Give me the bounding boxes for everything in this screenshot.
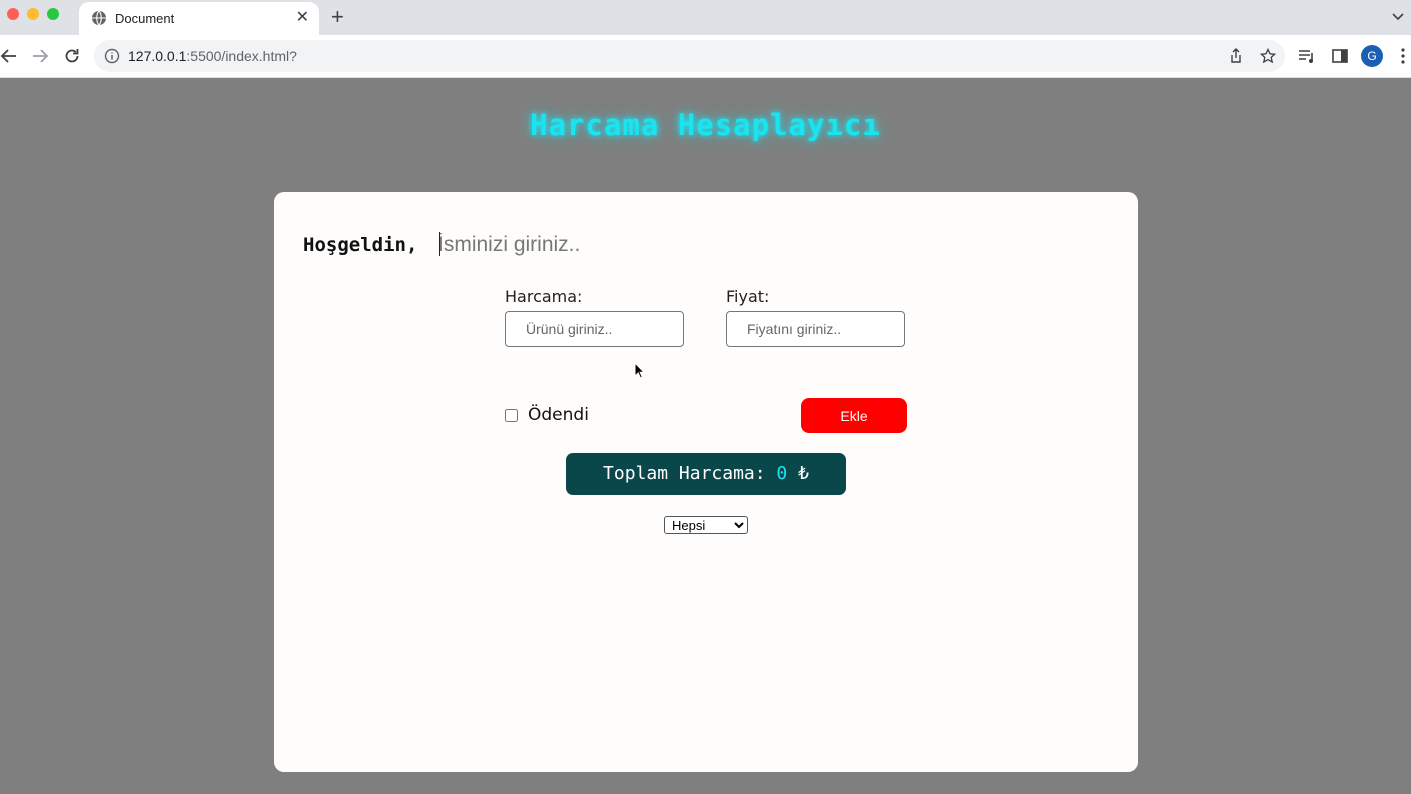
side-panel-icon[interactable]	[1331, 47, 1349, 65]
new-tab-button[interactable]: +	[331, 5, 344, 29]
url-text[interactable]: 127.0.0.1:5500/index.html?	[128, 48, 297, 64]
paid-checkbox[interactable]	[505, 409, 518, 422]
address-bar[interactable]: 127.0.0.1:5500/index.html?	[94, 40, 1285, 72]
total-value: 0	[776, 463, 788, 484]
chevron-down-icon[interactable]	[1391, 9, 1405, 23]
info-icon[interactable]	[104, 48, 120, 64]
browser-tab[interactable]: Document ✕	[79, 2, 319, 35]
name-input[interactable]	[438, 228, 768, 262]
mouse-pointer-icon	[634, 362, 646, 379]
expense-input[interactable]	[505, 311, 684, 347]
calculator-card: Hoşgeldin, Harcama: Fiyat: Ödendi Ekle T…	[274, 192, 1138, 772]
reading-list-icon[interactable]	[1298, 47, 1316, 65]
page-title: Harcama Hesaplayıcı	[530, 108, 881, 142]
url-path: :5500/index.html?	[186, 48, 297, 64]
expense-label: Harcama:	[505, 287, 583, 306]
share-icon[interactable]	[1228, 48, 1244, 64]
browser-toolbar: 127.0.0.1:5500/index.html? G	[0, 35, 1411, 78]
browser-tab-strip: Document ✕ +	[0, 0, 1411, 35]
reload-icon[interactable]	[62, 46, 82, 66]
back-arrow-icon[interactable]	[0, 46, 20, 66]
price-label: Fiyat:	[726, 287, 770, 306]
globe-icon	[92, 10, 106, 26]
more-menu-icon[interactable]	[1398, 47, 1408, 65]
greeting-label: Hoşgeldin,	[303, 234, 418, 256]
price-input[interactable]	[726, 311, 905, 347]
paid-label[interactable]: Ödendi	[528, 405, 589, 425]
close-window-button[interactable]	[7, 8, 19, 20]
filter-select[interactable]: Hepsi	[664, 516, 748, 534]
profile-avatar[interactable]: G	[1361, 45, 1383, 67]
add-button[interactable]: Ekle	[801, 398, 907, 433]
text-caret	[439, 232, 440, 256]
total-expense-box: Toplam Harcama: 0 ₺	[566, 453, 846, 495]
minimize-window-button[interactable]	[27, 8, 39, 20]
total-label: Toplam Harcama:	[603, 463, 777, 484]
forward-arrow-icon[interactable]	[30, 46, 50, 66]
maximize-window-button[interactable]	[47, 8, 59, 20]
tab-close-icon[interactable]: ✕	[296, 9, 309, 27]
currency-symbol: ₺	[787, 463, 809, 484]
url-host: 127.0.0.1	[128, 48, 187, 64]
star-icon[interactable]	[1260, 48, 1276, 64]
tab-title: Document	[115, 11, 175, 26]
